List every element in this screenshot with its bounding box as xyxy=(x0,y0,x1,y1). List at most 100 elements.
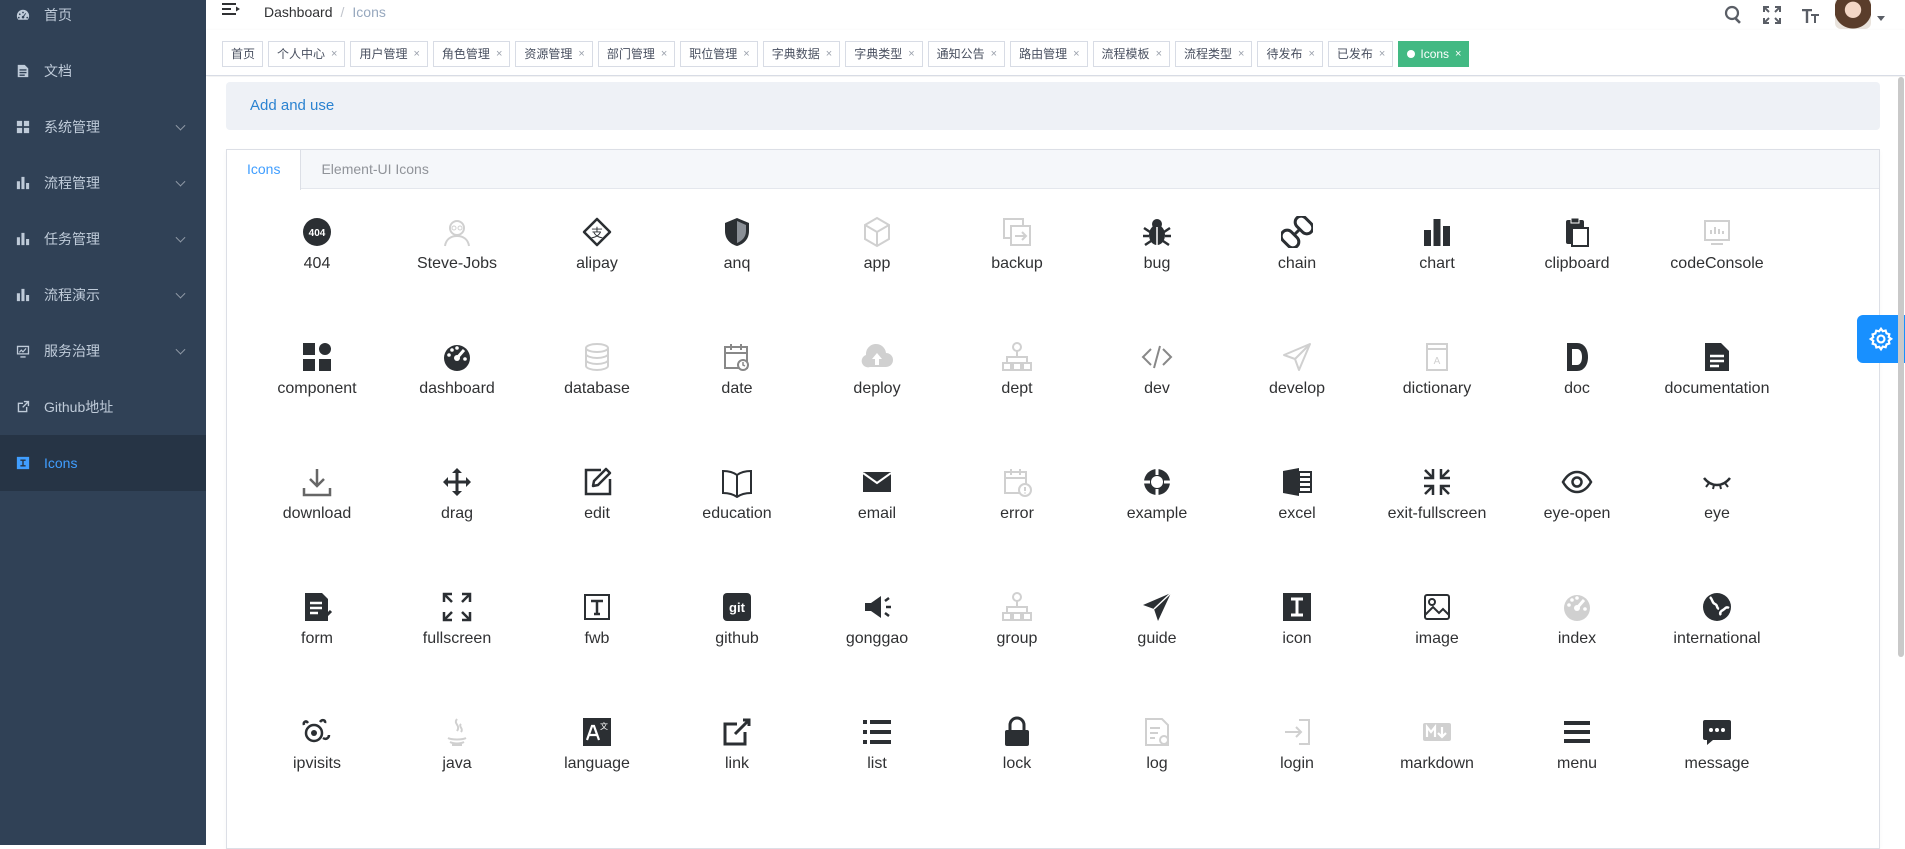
close-icon[interactable]: × xyxy=(1156,42,1162,66)
icon-item-alipay[interactable]: 支 alipay xyxy=(527,212,667,337)
icon-item-group[interactable]: group xyxy=(947,587,1087,712)
icon-item-eye[interactable]: eye xyxy=(1647,462,1787,587)
sidebar-item-系统管理[interactable]: 系统管理 xyxy=(0,99,206,155)
icon-item-clipboard[interactable]: clipboard xyxy=(1507,212,1647,337)
icon-item-language[interactable]: 文 language xyxy=(527,712,667,837)
close-icon[interactable]: × xyxy=(1073,42,1079,66)
icon-item-fullscreen[interactable]: fullscreen xyxy=(387,587,527,712)
icon-item-exit-fullscreen[interactable]: exit-fullscreen xyxy=(1367,462,1507,587)
hamburger-icon[interactable] xyxy=(222,3,240,19)
icon-item-example[interactable]: example xyxy=(1087,462,1227,587)
icon-item-index[interactable]: index xyxy=(1507,587,1647,712)
close-icon[interactable]: × xyxy=(578,42,584,66)
tag-icons[interactable]: Icons × xyxy=(1398,41,1470,67)
tag-8[interactable]: 字典类型 × xyxy=(845,41,923,67)
search-icon[interactable] xyxy=(1715,0,1753,30)
icon-item-login[interactable]: login xyxy=(1227,712,1367,837)
font-size-icon[interactable] xyxy=(1791,0,1829,30)
icon-item-download[interactable]: download xyxy=(247,462,387,587)
sidebar-item-服务治理[interactable]: 服务治理 xyxy=(0,323,206,379)
tag-5[interactable]: 部门管理 × xyxy=(597,41,676,67)
icon-item-bug[interactable]: bug xyxy=(1087,212,1227,337)
tab-element-ui-icons[interactable]: Element-UI Icons xyxy=(301,150,448,190)
icon-item-message[interactable]: message xyxy=(1647,712,1787,837)
icon-item-international[interactable]: international xyxy=(1647,587,1787,712)
close-icon[interactable]: × xyxy=(908,42,914,66)
close-icon[interactable]: × xyxy=(661,42,667,66)
icon-item-chain[interactable]: chain xyxy=(1227,212,1367,337)
close-icon[interactable]: × xyxy=(1238,42,1244,66)
tag-9[interactable]: 通知公告 × xyxy=(927,41,1006,67)
close-icon[interactable]: × xyxy=(331,42,337,66)
scrollbar[interactable] xyxy=(1897,77,1905,845)
icon-item-app[interactable]: app xyxy=(807,212,947,337)
icon-item-dept[interactable]: dept xyxy=(947,337,1087,462)
close-icon[interactable]: × xyxy=(743,42,749,66)
tag-13[interactable]: 待发布 × xyxy=(1257,41,1323,67)
icon-item-ipvisits[interactable]: ipvisits xyxy=(247,712,387,837)
tag-0[interactable]: 首页 xyxy=(222,41,264,67)
icon-item-dashboard[interactable]: dashboard xyxy=(387,337,527,462)
icon-item-menu[interactable]: menu xyxy=(1507,712,1647,837)
icon-item-icon[interactable]: icon xyxy=(1227,587,1367,712)
icon-item-backup[interactable]: backup xyxy=(947,212,1087,337)
avatar[interactable] xyxy=(1835,0,1871,29)
close-icon[interactable]: × xyxy=(991,42,997,66)
tag-3[interactable]: 角色管理 × xyxy=(432,41,511,67)
fullscreen-icon[interactable] xyxy=(1753,0,1791,30)
icon-item-log[interactable]: log xyxy=(1087,712,1227,837)
icon-item-steve-jobs[interactable]: Steve-Jobs xyxy=(387,212,527,337)
close-icon[interactable]: × xyxy=(1308,42,1314,66)
icon-item-eye-open[interactable]: eye-open xyxy=(1507,462,1647,587)
icon-item-fwb[interactable]: fwb xyxy=(527,587,667,712)
tag-1[interactable]: 个人中心 × xyxy=(268,41,346,67)
icon-item-guide[interactable]: guide xyxy=(1087,587,1227,712)
icon-item-email[interactable]: email xyxy=(807,462,947,587)
icon-item-github[interactable]: git github xyxy=(667,587,807,712)
icon-item-link[interactable]: link xyxy=(667,712,807,837)
tab-icons[interactable]: Icons xyxy=(227,150,302,190)
icon-item-component[interactable]: component xyxy=(247,337,387,462)
tag-11[interactable]: 流程模板 × xyxy=(1092,41,1170,67)
icon-item-date[interactable]: date xyxy=(667,337,807,462)
icon-item-gonggao[interactable]: gonggao xyxy=(807,587,947,712)
icon-item-anq[interactable]: anq xyxy=(667,212,807,337)
icon-item-dictionary[interactable]: Adictionary xyxy=(1367,337,1507,462)
caret-down-icon[interactable] xyxy=(1877,15,1885,21)
icon-item-deploy[interactable]: deploy xyxy=(807,337,947,462)
icon-item-doc[interactable]: doc xyxy=(1507,337,1647,462)
sidebar-item-流程管理[interactable]: 流程管理 xyxy=(0,155,206,211)
tag-6[interactable]: 职位管理 × xyxy=(680,41,758,67)
scrollbar-thumb[interactable] xyxy=(1898,77,1904,657)
icon-item-excel[interactable]: excel xyxy=(1227,462,1367,587)
tag-4[interactable]: 资源管理 × xyxy=(515,41,593,67)
icon-item-list[interactable]: list xyxy=(807,712,947,837)
tag-12[interactable]: 流程类型 × xyxy=(1175,41,1253,67)
sidebar-item-任务管理[interactable]: 任务管理 xyxy=(0,211,206,267)
tag-14[interactable]: 已发布 × xyxy=(1327,41,1394,67)
icon-item-database[interactable]: database xyxy=(527,337,667,462)
icon-item-image[interactable]: image xyxy=(1367,587,1507,712)
icon-item-lock[interactable]: lock xyxy=(947,712,1087,837)
icon-item-edit[interactable]: edit xyxy=(527,462,667,587)
tag-7[interactable]: 字典数据 × xyxy=(762,41,841,67)
close-icon[interactable]: × xyxy=(496,42,502,66)
close-icon[interactable]: × xyxy=(1379,42,1385,66)
sidebar-item-文档[interactable]: 文档 xyxy=(0,43,206,99)
sidebar-item-github地址[interactable]: Github地址 xyxy=(0,379,206,435)
tag-10[interactable]: 路由管理 × xyxy=(1010,41,1088,67)
sidebar-item-流程演示[interactable]: 流程演示 xyxy=(0,267,206,323)
sidebar-item-首页[interactable]: 首页 xyxy=(0,0,206,43)
icon-item-education[interactable]: education xyxy=(667,462,807,587)
tag-2[interactable]: 用户管理 × xyxy=(350,41,428,67)
icon-item-form[interactable]: form xyxy=(247,587,387,712)
close-icon[interactable]: × xyxy=(413,42,419,66)
icon-item-dev[interactable]: dev xyxy=(1087,337,1227,462)
icon-item-codeconsole[interactable]: codeConsole xyxy=(1647,212,1787,337)
icon-item-develop[interactable]: develop xyxy=(1227,337,1367,462)
breadcrumb-root[interactable]: Dashboard xyxy=(264,4,333,20)
icon-item-404[interactable]: 404 404 xyxy=(247,212,387,337)
close-icon[interactable]: × xyxy=(826,42,832,66)
icon-item-java[interactable]: java xyxy=(387,712,527,837)
sidebar-item-icons[interactable]: Icons xyxy=(0,435,206,491)
